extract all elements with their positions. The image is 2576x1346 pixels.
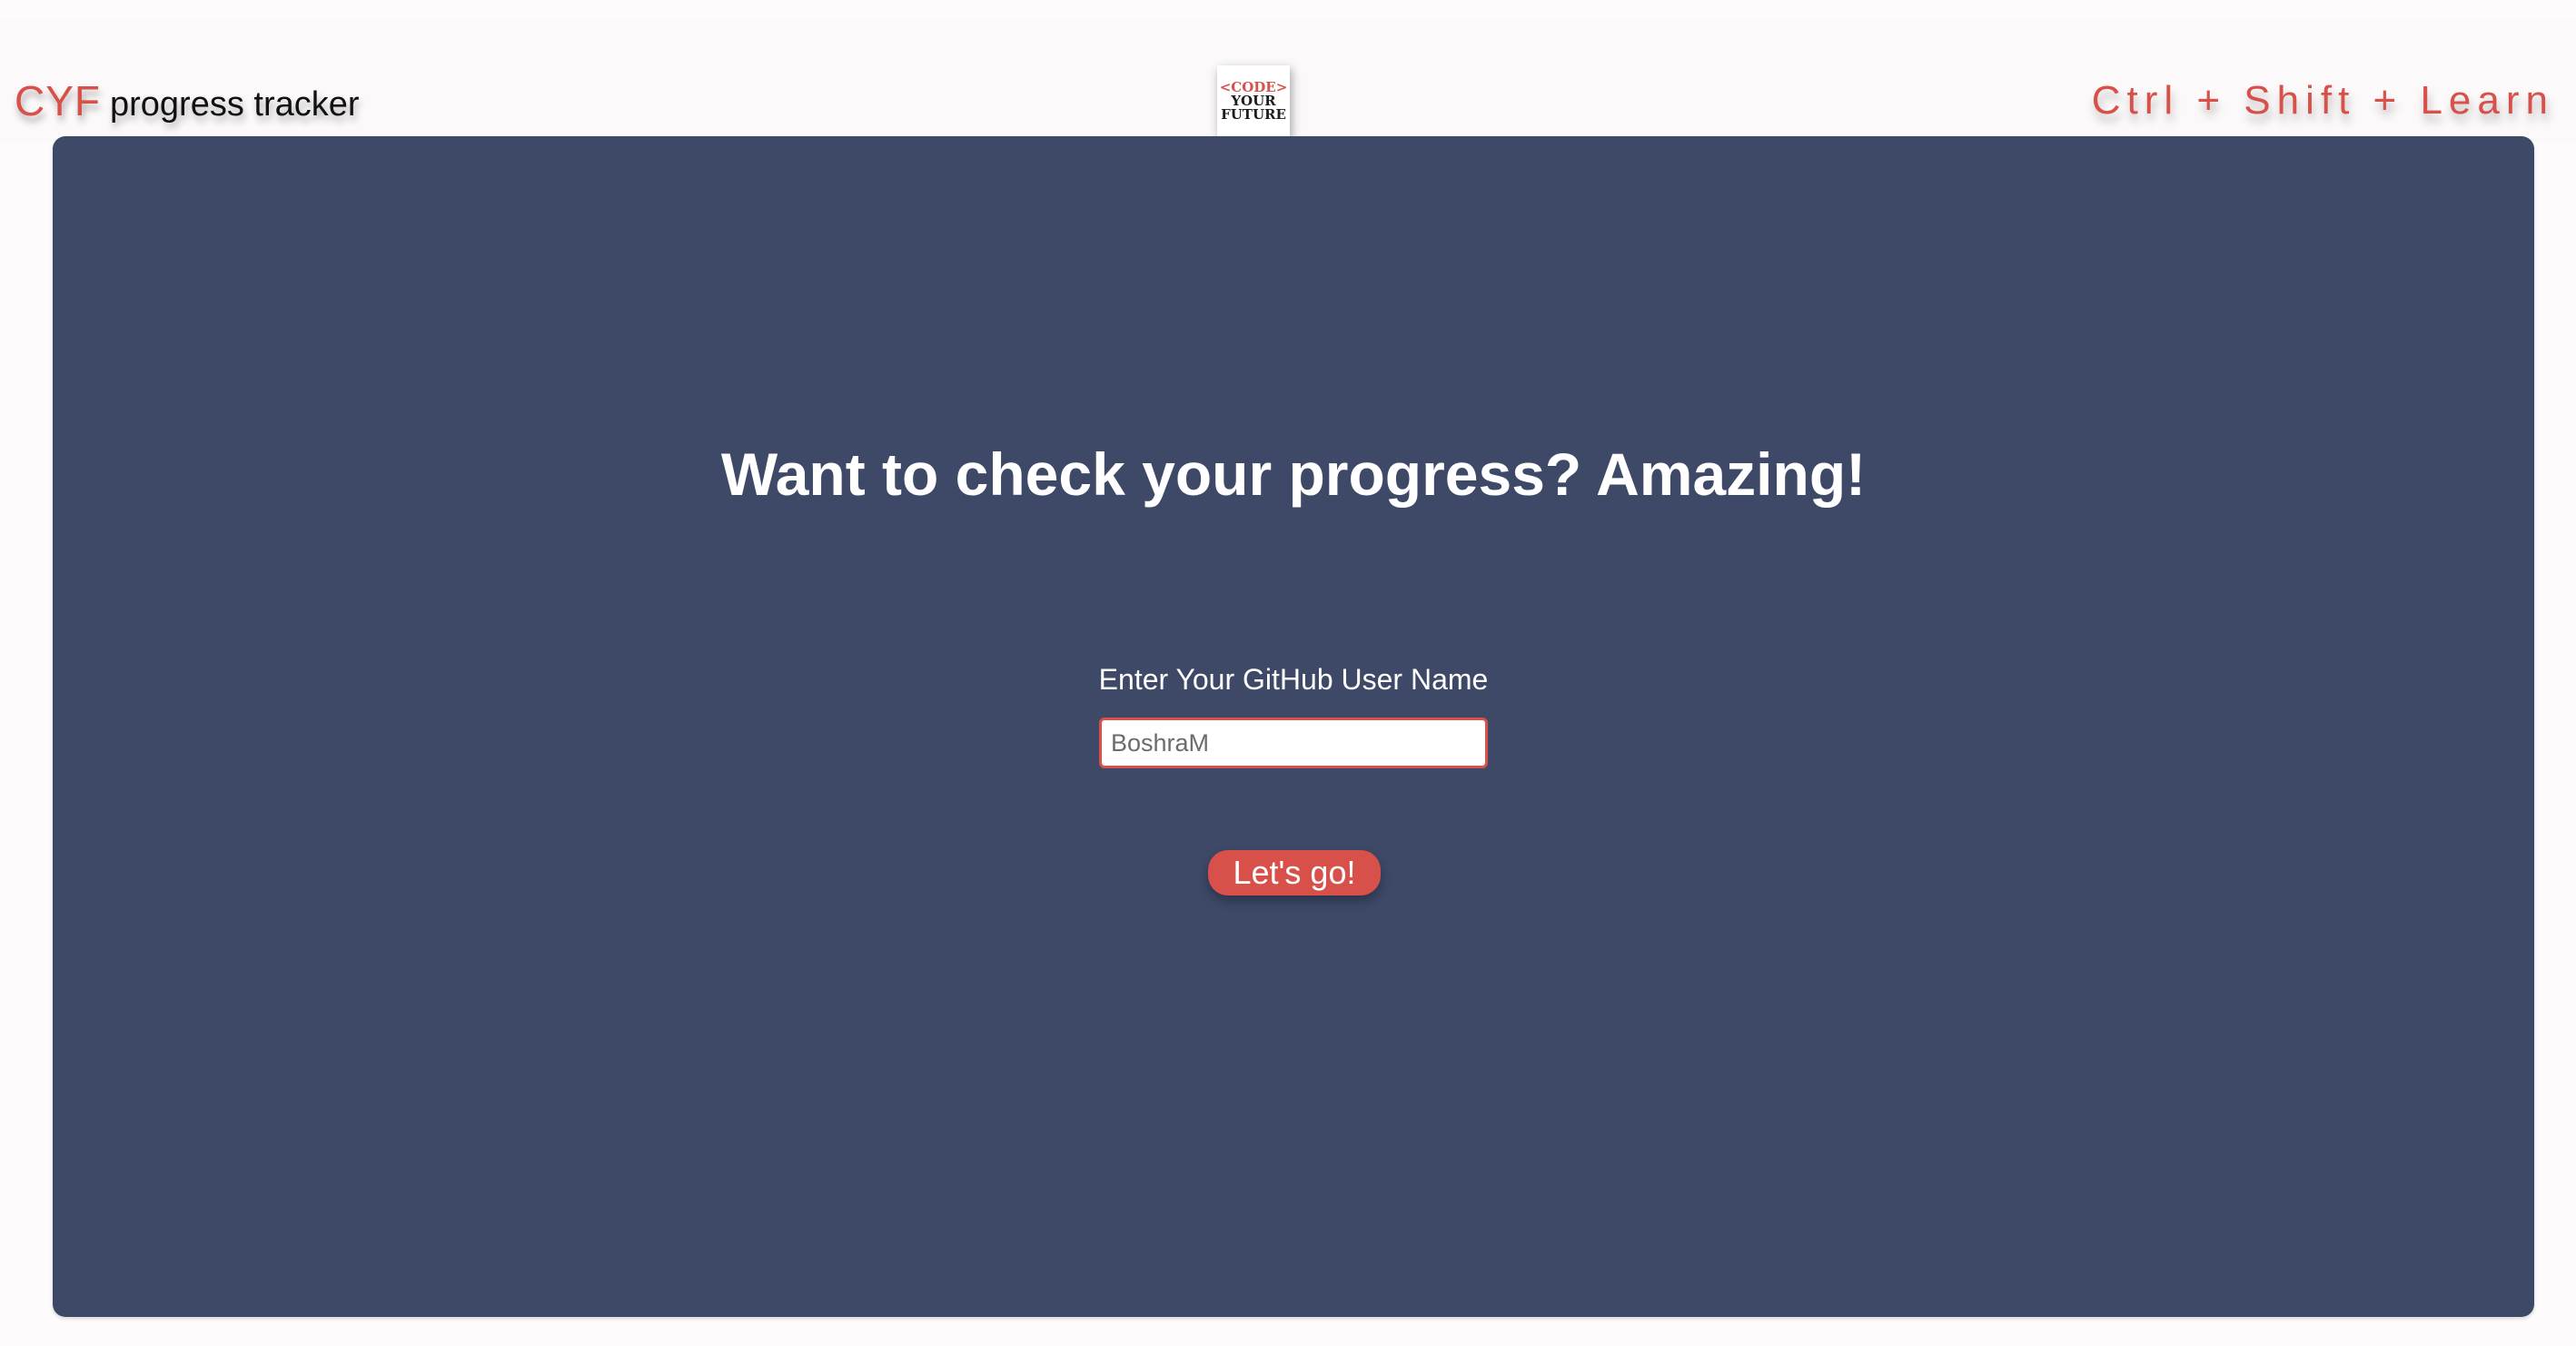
app-brand: CYF progress tracker [15,76,360,125]
github-username-label: Enter Your GitHub User Name [1098,663,1489,696]
main-panel: Want to check your progress? Amazing! En… [53,136,2534,1317]
github-username-input[interactable] [1099,718,1488,768]
tagline: Ctrl + Shift + Learn [2091,78,2554,123]
page-headline: Want to check your progress? Amazing! [720,440,1867,508]
brand-acronym: CYF [15,77,101,124]
lets-go-button[interactable]: Let's go! [1208,850,1381,896]
brand-title: progress tracker [110,85,360,124]
top-bar: CYF progress tracker <CODE> YOUR FUTURE … [0,20,2576,142]
code-your-future-logo: <CODE> YOUR FUTURE [1217,65,1290,136]
logo-line-future: FUTURE [1221,105,1286,123]
